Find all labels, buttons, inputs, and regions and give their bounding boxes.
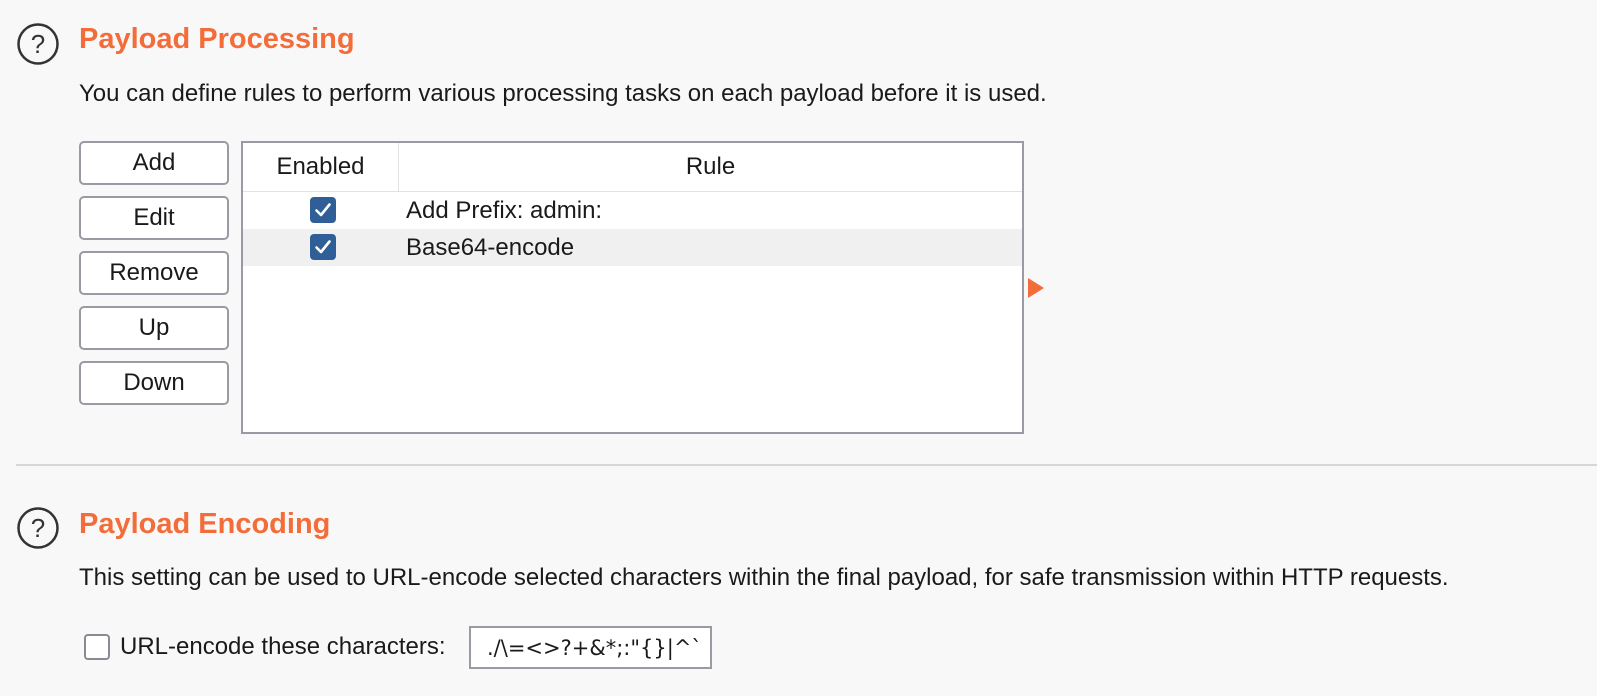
table-row[interactable]: Add Prefix: admin: xyxy=(243,192,1022,229)
up-button[interactable]: Up xyxy=(79,306,229,350)
url-encode-checkbox-label[interactable]: URL-encode these characters: xyxy=(120,635,446,659)
svg-text:?: ? xyxy=(31,513,45,543)
svg-text:?: ? xyxy=(31,29,45,59)
encoding-section-title: Payload Encoding xyxy=(79,508,331,540)
enabled-checkbox[interactable] xyxy=(310,197,336,223)
processing-section-title: Payload Processing xyxy=(79,23,355,55)
add-button[interactable]: Add xyxy=(79,141,229,185)
check-icon xyxy=(315,240,331,254)
processing-description: You can define rules to perform various … xyxy=(79,80,1047,107)
column-header-enabled[interactable]: Enabled xyxy=(243,143,399,191)
table-header: Enabled Rule xyxy=(243,143,1022,192)
column-header-rule[interactable]: Rule xyxy=(399,143,1022,191)
down-button[interactable]: Down xyxy=(79,361,229,405)
url-encode-characters-input[interactable] xyxy=(469,626,712,669)
help-icon[interactable]: ? xyxy=(16,506,60,550)
enabled-checkbox[interactable] xyxy=(310,234,336,260)
expand-arrow-icon[interactable] xyxy=(1028,278,1044,298)
section-divider xyxy=(16,464,1597,466)
table-row[interactable]: Base64-encode xyxy=(243,229,1022,266)
remove-button[interactable]: Remove xyxy=(79,251,229,295)
url-encode-checkbox[interactable] xyxy=(84,634,110,660)
rule-cell: Add Prefix: admin: xyxy=(406,196,603,224)
encoding-description: This setting can be used to URL-encode s… xyxy=(79,564,1449,591)
help-icon[interactable]: ? xyxy=(16,22,60,66)
rule-cell: Base64-encode xyxy=(406,233,575,261)
check-icon xyxy=(315,203,331,217)
edit-button[interactable]: Edit xyxy=(79,196,229,240)
processing-rules-table[interactable]: Enabled Rule Add Prefix: admin: Base64-e… xyxy=(241,141,1024,434)
